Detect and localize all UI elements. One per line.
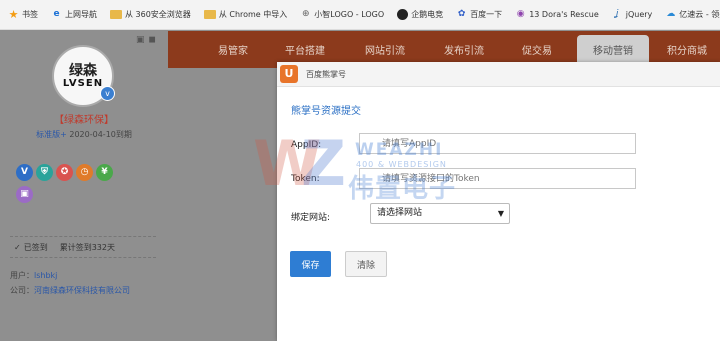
sidebar-top-icons: ▣◼ [136, 35, 160, 45]
baidu-icon: ✿ [457, 9, 466, 19]
cloud-icon: ☁ [666, 9, 676, 19]
bookmark-item[interactable]: e 上网导航 [51, 9, 97, 20]
site-icon [397, 9, 409, 20]
shield-badge-icon[interactable]: ⛨ [36, 164, 53, 181]
bookmark-item[interactable]: ◉ 13 Dora's Rescue [515, 9, 599, 20]
bookmarks-bar: ★ 书签 e 上网导航 从 360安全浏览器 从 Chrome 中导入 ⊕ 小智LOG… [0, 0, 720, 30]
badge-list: V ⛨ ✪ ◷ ¥ ▣ [16, 164, 156, 208]
verified-badge-icon: v [100, 86, 115, 101]
user-row: 用户：lshbkj [10, 271, 58, 280]
site-label: 绑定网站: [291, 213, 331, 223]
dialog-title: 百度熊掌号 [306, 69, 346, 79]
bookmark-item[interactable]: ⊕ 小智LOGO - LOGO [300, 9, 384, 20]
section-title: 熊掌号资源提交 [291, 106, 361, 117]
chevron-down-icon: ▼ [497, 209, 504, 218]
ring-icon: ◉ [516, 9, 525, 19]
check-circle-icon: ✓ [14, 242, 21, 252]
folder-icon [203, 10, 216, 19]
nav-item-platform[interactable]: 平台搭建 [285, 42, 325, 57]
watermark-english: WEAZHI [355, 140, 444, 160]
nav-item-yiguanjia[interactable]: 易管家 [218, 42, 248, 57]
signin-box: ✓ 已签到 累计签到332天 [10, 236, 156, 258]
company-logo: 绿森 LVSEN v [52, 45, 115, 107]
bookmark-item[interactable]: ʝ jQuery [612, 9, 652, 20]
save-button[interactable]: 保存 [290, 251, 331, 277]
settings-icon[interactable]: ◼ [149, 35, 160, 45]
clock-badge-icon[interactable]: ◷ [76, 164, 93, 181]
dialog-header: U 百度熊掌号 [277, 62, 720, 87]
logo-chinese-text: 绿森 [69, 62, 97, 79]
user-info: 用户：lshbkj 公司：河南绿森环保科技有限公司 [10, 268, 130, 298]
jquery-icon: ʝ [615, 9, 619, 19]
sidebar: ▣◼ 绿森 LVSEN v 【绿森环保】 标准版+ 2020-04-10到期 V… [0, 31, 168, 341]
ie-icon: e [53, 9, 60, 19]
resource-submit-dialog: U 百度熊掌号 熊掌号资源提交 AppID: Token: 绑定网站: 请选择网… [277, 62, 720, 341]
site-select-value: 请选择网站 [377, 208, 423, 218]
nav-item-site-traffic[interactable]: 网站引流 [365, 42, 405, 57]
v-badge-icon[interactable]: V [16, 164, 33, 181]
logo-english-text: LVSEN [62, 77, 104, 89]
signed-status[interactable]: 已签到 [24, 242, 48, 253]
signin-total: 累计签到332天 [59, 242, 115, 252]
plan-info: 标准版+ 2020-04-10到期 [0, 129, 168, 140]
bookmark-item[interactable]: ✿ 百度一下 [456, 9, 502, 20]
plan-name[interactable]: 标准版+ [36, 130, 67, 139]
bookmark-item[interactable]: 企鹅电竞 [397, 9, 443, 20]
bookmark-item[interactable]: ★ 书签 [8, 9, 38, 20]
nav-item-trade[interactable]: 促交易 [522, 42, 552, 57]
plan-expiry: 2020-04-10到期 [69, 130, 132, 139]
clear-button[interactable]: 清除 [345, 251, 387, 277]
image-badge-icon[interactable]: ▣ [16, 186, 33, 203]
bookmark-item[interactable]: 从 360安全浏览器 [110, 9, 191, 20]
nav-item-points-mall[interactable]: 积分商城 [667, 42, 707, 57]
watermark-chinese: 伟置电子 [348, 174, 457, 204]
bookmark-item[interactable]: 从 Chrome 中导入 [203, 9, 287, 20]
globe-icon: ⊕ [302, 9, 310, 19]
yen-badge-icon[interactable]: ¥ [96, 164, 113, 181]
user-name[interactable]: lshbkj [34, 271, 57, 280]
lock-icon[interactable]: ▣ [136, 35, 149, 45]
award-badge-icon[interactable]: ✪ [56, 164, 73, 181]
nav-item-publish[interactable]: 发布引流 [444, 42, 484, 57]
bookmark-item[interactable]: ☁亿速云 - 领先的 [665, 9, 720, 20]
watermark-logo-z: Z [301, 127, 346, 200]
folder-icon [110, 10, 122, 19]
app-logo-icon: U [280, 65, 298, 83]
company-full-name[interactable]: 河南绿森环保科技有限公司 [34, 286, 130, 295]
company-row: 公司：河南绿森环保科技有限公司 [10, 286, 130, 295]
star-icon: ★ [8, 8, 19, 21]
site-select[interactable]: 请选择网站 ▼ [370, 203, 510, 224]
company-name: 【绿森环保】 [54, 115, 114, 126]
